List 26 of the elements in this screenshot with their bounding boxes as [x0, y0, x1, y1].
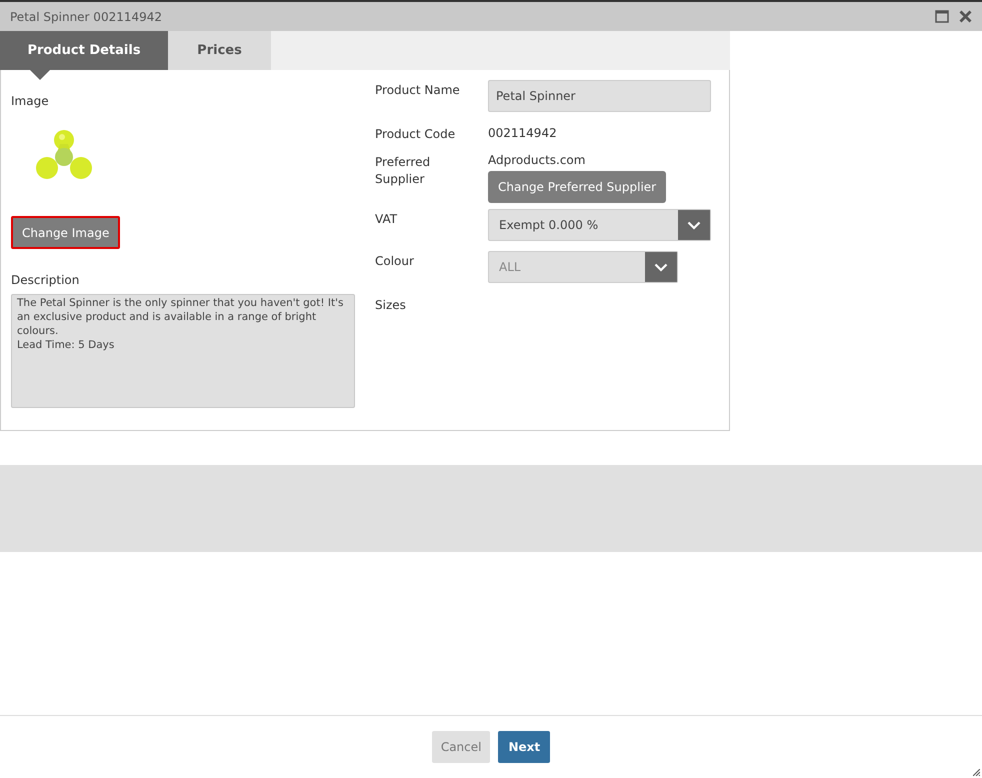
product-name-field[interactable]: Petal Spinner — [488, 80, 711, 112]
field-label: VAT — [374, 211, 398, 228]
description-field[interactable]: The Petal Spinner is the only spinner that you haven't got! It's an exclusive product and is available in a range of bright colours. Lead Time: 5 Days — [11, 294, 355, 408]
change-supplier-button[interactable]: Change Preferred Supplier — [488, 171, 666, 203]
chevron-down-icon — [678, 210, 710, 240]
tab[interactable]: Product Details — [0, 31, 168, 70]
field-label: Sizes — [374, 297, 407, 314]
resize-grip-icon[interactable] — [973, 769, 980, 776]
field-label: Product Code — [374, 126, 456, 143]
tab-pointer — [30, 70, 50, 80]
maximize-icon[interactable] — [935, 10, 949, 23]
tab[interactable]: Prices — [168, 31, 271, 70]
field-label: Preferred Supplier — [374, 154, 432, 188]
window-title: Petal Spinner 002114942 — [10, 8, 162, 26]
dropdown[interactable]: Exempt 0.000 % — [488, 209, 711, 241]
change-image-button[interactable]: Change Image — [11, 216, 120, 249]
cancel-button[interactable]: Cancel — [432, 731, 490, 763]
product-code-value: 002114942 — [488, 125, 557, 142]
field-label: Product Name — [374, 82, 461, 99]
supplier-value: Adproducts.com — [488, 152, 586, 169]
chevron-down-icon — [645, 252, 677, 282]
next-button[interactable]: Next — [498, 731, 550, 763]
description-label: Description — [11, 272, 80, 289]
image-label: Image — [11, 93, 50, 110]
close-icon[interactable] — [959, 10, 972, 23]
field-label: Colour — [374, 253, 415, 270]
